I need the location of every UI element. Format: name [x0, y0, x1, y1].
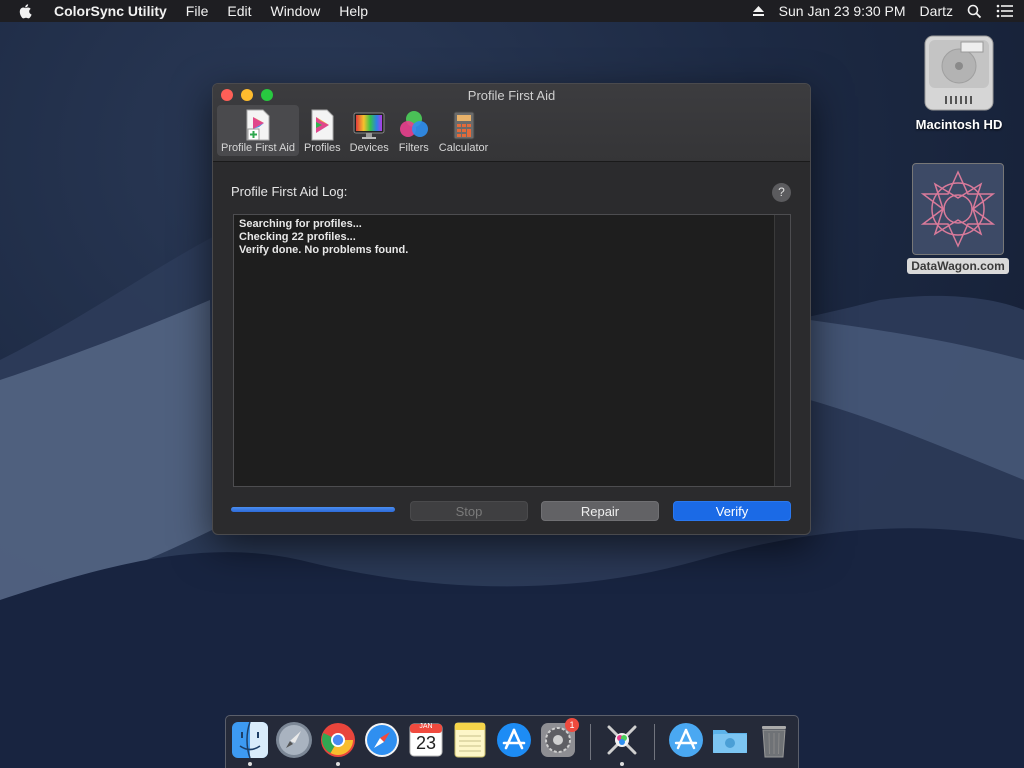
tab-filters[interactable]: Filters [394, 105, 434, 156]
profile-first-aid-icon [246, 109, 270, 141]
dock-separator [590, 724, 591, 760]
tab-label: Profiles [303, 142, 341, 154]
downloads-folder-icon[interactable] [711, 721, 749, 759]
desktop-icon-macintosh-hd[interactable]: Macintosh HD [908, 34, 1010, 132]
window-title: Profile First Aid [467, 88, 556, 103]
window-content: Profile First Aid Log: ? Searching for p… [213, 162, 810, 534]
colorsync-utility-icon[interactable] [603, 721, 641, 759]
menu-user[interactable]: Dartz [920, 3, 953, 19]
hard-drive-icon [924, 35, 994, 111]
filters-icon [399, 111, 428, 137]
notification-badge: 1 [565, 718, 579, 732]
system-preferences-icon[interactable]: 1 [539, 718, 579, 759]
verify-button[interactable]: Verify [673, 501, 791, 521]
dock: JAN 23 1 [225, 715, 799, 768]
menu-help[interactable]: Help [339, 3, 368, 19]
spotlight-search-icon[interactable] [967, 4, 982, 19]
launchpad-icon[interactable] [275, 721, 313, 759]
tab-profiles[interactable]: Profiles [300, 105, 345, 156]
image-file-icon [912, 163, 1004, 255]
progress-bar [231, 507, 395, 512]
running-indicator [248, 762, 252, 766]
safari-icon[interactable] [363, 721, 401, 759]
tab-calculator[interactable]: Calculator [435, 105, 493, 156]
applications-folder-icon[interactable] [667, 721, 705, 759]
tab-profile-first-aid[interactable]: Profile First Aid [217, 105, 299, 156]
menu-window[interactable]: Window [270, 3, 320, 19]
running-indicator [620, 762, 624, 766]
desktop-icon-label: Macintosh HD [915, 117, 1003, 132]
log-text: Searching for profiles... Checking 22 pr… [239, 218, 408, 257]
notification-center-icon[interactable] [996, 4, 1014, 18]
repair-button[interactable]: Repair [541, 501, 659, 521]
devices-icon [353, 112, 385, 139]
apple-logo-icon[interactable] [18, 3, 34, 19]
trash-icon[interactable] [755, 721, 793, 759]
tab-devices[interactable]: Devices [346, 105, 393, 156]
log-line: Checking 22 profiles... [239, 231, 356, 243]
tab-label: Devices [349, 142, 389, 154]
menu-edit[interactable]: Edit [227, 3, 251, 19]
tab-label: Calculator [438, 142, 489, 154]
menu-app-name[interactable]: ColorSync Utility [54, 3, 167, 19]
toolbar: Profile First Aid Profiles Devices Filte… [217, 105, 493, 156]
log-line: Verify done. No problems found. [239, 244, 409, 256]
calculator-icon [453, 111, 475, 140]
profiles-icon [311, 109, 334, 141]
window-titlebar: Profile First Aid Profile First Aid Prof… [213, 84, 810, 162]
app-store-icon[interactable] [495, 721, 533, 759]
help-button[interactable]: ? [772, 183, 791, 202]
log-label: Profile First Aid Log: [231, 184, 348, 199]
tab-label: Profile First Aid [221, 142, 295, 154]
calendar-day: 23 [415, 733, 437, 753]
tab-label: Filters [398, 142, 429, 154]
dock-separator [654, 724, 655, 760]
menu-file[interactable]: File [186, 3, 209, 19]
log-scrollbar[interactable] [774, 215, 790, 486]
calendar-icon[interactable]: JAN 23 [407, 721, 445, 759]
finder-icon[interactable] [231, 721, 269, 759]
menu-bar: ColorSync Utility File Edit Window Help … [0, 0, 1024, 22]
desktop-icon-datawagon[interactable]: DataWagon.com [900, 163, 1016, 275]
log-text-view[interactable]: Searching for profiles... Checking 22 pr… [233, 214, 791, 487]
stop-button[interactable]: Stop [410, 501, 528, 521]
log-line: Searching for profiles... [239, 218, 362, 230]
running-indicator [336, 762, 340, 766]
chrome-icon[interactable] [319, 721, 357, 759]
desktop-icon-label: DataWagon.com [907, 258, 1009, 274]
profile-first-aid-window: Profile First Aid Profile First Aid Prof… [212, 83, 811, 535]
eject-icon[interactable] [752, 5, 765, 17]
menu-clock[interactable]: Sun Jan 23 9:30 PM [779, 3, 906, 19]
calendar-month: JAN [419, 723, 433, 730]
progress-fill [231, 507, 395, 512]
notes-icon[interactable] [451, 721, 489, 759]
